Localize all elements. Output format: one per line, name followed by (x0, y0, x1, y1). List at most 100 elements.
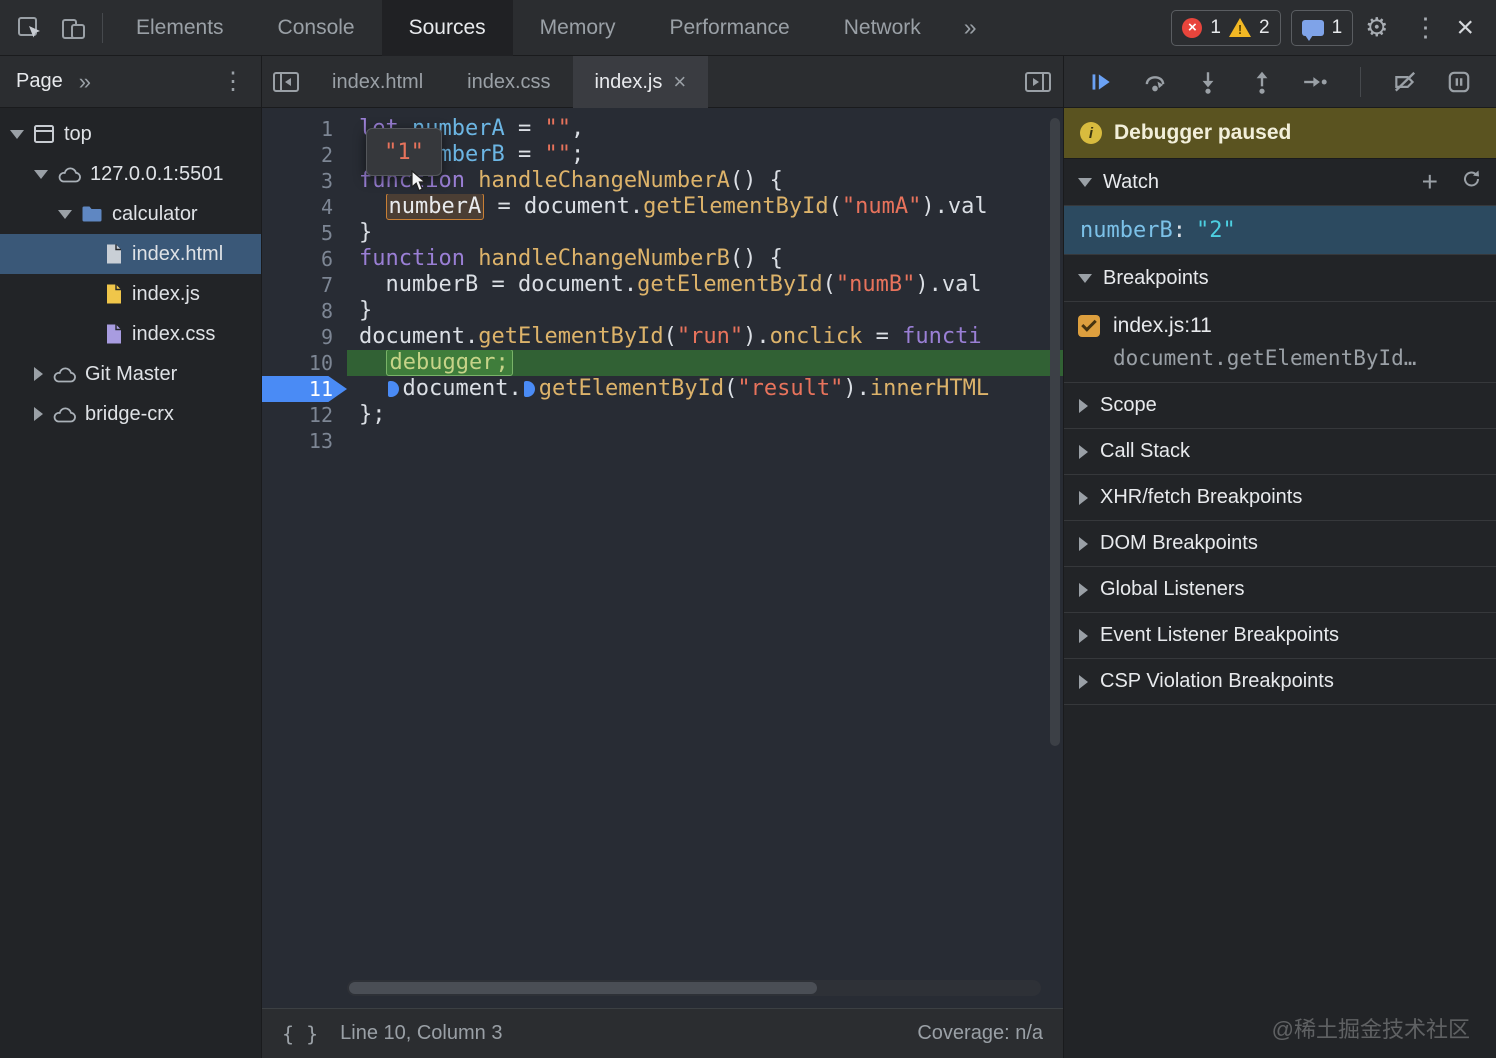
step-out-icon[interactable] (1247, 67, 1277, 97)
pause-on-exceptions-icon[interactable] (1444, 67, 1474, 97)
tree-item-127.0.0.1-5501[interactable]: 127.0.0.1:5501 (0, 154, 261, 194)
panel-tab-memory[interactable]: Memory (513, 0, 643, 56)
line-number[interactable]: 6 (262, 246, 347, 272)
console-errors-warnings-badge[interactable]: × 1 ! 2 (1171, 10, 1280, 46)
panel-tab-network[interactable]: Network (817, 0, 948, 56)
section-csp-violation-breakpoints[interactable]: CSP Violation Breakpoints (1064, 659, 1496, 705)
vertical-scrollbar[interactable] (1050, 118, 1060, 746)
breakpoint-location: index.js:11 (1113, 314, 1212, 338)
expanded-triangle-icon[interactable] (34, 170, 48, 179)
close-tab-icon[interactable]: × (673, 69, 686, 95)
code-area[interactable]: 1let numberA = "",2 numberB = "";3functi… (262, 108, 1063, 1008)
code-token: ; (571, 142, 584, 167)
section-event-listener-breakpoints[interactable]: Event Listener Breakpoints (1064, 613, 1496, 659)
step-into-icon[interactable] (1193, 67, 1223, 97)
code-line-text[interactable]: numberB = ""; (347, 142, 1063, 168)
hide-navigator-icon[interactable] (262, 71, 310, 93)
code-line-text[interactable]: debugger; (347, 350, 1063, 376)
deactivate-breakpoints-icon[interactable] (1390, 67, 1420, 97)
line-number[interactable]: 1 (262, 116, 347, 142)
settings-gear-icon[interactable]: ⚙ (1353, 12, 1400, 43)
code-line-text[interactable]: let numberA = "", (347, 116, 1063, 142)
expanded-triangle-icon[interactable] (58, 210, 72, 219)
code-token: handleChangeNumberA (478, 168, 730, 193)
panel-tab-elements[interactable]: Elements (109, 0, 251, 56)
code-line-text[interactable]: document.getElementById("run").onclick =… (347, 324, 1063, 350)
breakpoint-checkbox[interactable] (1078, 315, 1100, 337)
line-number[interactable]: 3 (262, 168, 347, 194)
line-number[interactable]: 12 (262, 402, 347, 428)
section-scope[interactable]: Scope (1064, 383, 1496, 429)
tree-item-bridge-crx[interactable]: bridge-crx (0, 394, 261, 434)
toggle-panel-icon[interactable] (1025, 71, 1063, 93)
line-number[interactable]: 2 (262, 142, 347, 168)
watch-expression[interactable]: numberB:"2" (1064, 206, 1496, 255)
section-dom-breakpoints[interactable]: DOM Breakpoints (1064, 521, 1496, 567)
tree-item-index.js[interactable]: index.js (0, 274, 261, 314)
panel-tab-console[interactable]: Console (251, 0, 382, 56)
line-number[interactable]: 8 (262, 298, 347, 324)
watch-section-header[interactable]: Watch + (1064, 159, 1496, 206)
code-line-text[interactable]: } (347, 298, 1063, 324)
horizontal-scrollbar-thumb[interactable] (349, 982, 817, 994)
breakpoint-flag[interactable]: 11 (262, 376, 347, 402)
line-number[interactable]: 9 (262, 324, 347, 350)
tree-item-index.html[interactable]: index.html (0, 234, 261, 274)
code-line-text[interactable]: } (347, 220, 1063, 246)
devtools-main-toolbar: ElementsConsoleSourcesMemoryPerformanceN… (0, 0, 1496, 56)
code-token: = (505, 142, 545, 167)
panel-tab-performance[interactable]: Performance (643, 0, 817, 56)
pretty-print-icon[interactable]: { } (282, 1022, 318, 1046)
expanded-triangle-icon[interactable] (10, 130, 24, 139)
inline-step-marker[interactable] (524, 381, 535, 397)
section-call-stack[interactable]: Call Stack (1064, 429, 1496, 475)
collapsed-triangle-icon[interactable] (34, 367, 43, 381)
line-number[interactable]: 5 (262, 220, 347, 246)
step-over-icon[interactable] (1140, 67, 1170, 97)
horizontal-scrollbar[interactable] (347, 980, 1041, 996)
inline-step-marker[interactable] (388, 381, 399, 397)
collapsed-triangle-icon (1079, 629, 1088, 643)
navigator-tab-page[interactable]: Page (16, 70, 63, 93)
close-devtools-icon[interactable]: × (1450, 11, 1488, 45)
breakpoint-entry[interactable]: index.js:11document.getElementById… (1064, 302, 1496, 383)
code-line-text[interactable]: }; (347, 402, 1063, 428)
line-number[interactable]: 13 (262, 428, 347, 454)
tree-item-git-master[interactable]: Git Master (0, 354, 261, 394)
panel-tab-sources[interactable]: Sources (382, 0, 513, 56)
info-icon: i (1080, 122, 1102, 144)
editor-tab-index.js[interactable]: index.js × (573, 56, 709, 108)
code-line-text[interactable]: numberA = document.getElementById("numA"… (347, 194, 1063, 220)
line-number[interactable]: 4 (262, 194, 347, 220)
code-line-text[interactable]: document.getElementById("result").innerH… (347, 376, 1063, 402)
section-xhr-fetch-breakpoints[interactable]: XHR/fetch Breakpoints (1064, 475, 1496, 521)
code-line-text[interactable]: function handleChangeNumberB() { (347, 246, 1063, 272)
navigator-more-tabs[interactable]: » (63, 69, 107, 95)
more-options-kebab-icon[interactable]: ⋮ (1400, 12, 1450, 43)
refresh-watch-icon[interactable] (1462, 169, 1482, 195)
line-number[interactable]: 10 (262, 350, 347, 376)
section-global-listeners[interactable]: Global Listeners (1064, 567, 1496, 613)
code-line-text[interactable]: function handleChangeNumberA() { (347, 168, 1063, 194)
tree-item-index.css[interactable]: index.css (0, 314, 261, 354)
breakpoints-section-header[interactable]: Breakpoints (1064, 255, 1496, 302)
tree-item-calculator[interactable]: calculator (0, 194, 261, 234)
debugger-toolbar (1064, 56, 1496, 107)
line-number[interactable]: 7 (262, 272, 347, 298)
editor-tab-index.html[interactable]: index.html (310, 56, 445, 108)
navigator-menu-icon[interactable]: ⋮ (221, 67, 245, 96)
step-icon[interactable] (1300, 67, 1330, 97)
collapsed-triangle-icon[interactable] (34, 407, 43, 421)
code-line-text[interactable]: numberB = document.getElementById("numB"… (347, 272, 1063, 298)
code-line-text[interactable] (347, 428, 1063, 454)
add-watch-expression-icon[interactable]: + (1422, 168, 1438, 196)
issues-badge[interactable]: 1 (1291, 10, 1354, 46)
editor-tab-index.css[interactable]: index.css (445, 56, 572, 108)
toggle-device-toolbar-icon[interactable] (52, 0, 96, 56)
tree-item-label: bridge-crx (85, 403, 174, 426)
inspect-element-icon[interactable] (8, 0, 52, 56)
editor-tab-label: index.js (595, 71, 663, 94)
resume-icon[interactable] (1086, 67, 1116, 97)
tree-item-top[interactable]: top (0, 114, 261, 154)
more-panels-button[interactable]: » (948, 14, 993, 41)
